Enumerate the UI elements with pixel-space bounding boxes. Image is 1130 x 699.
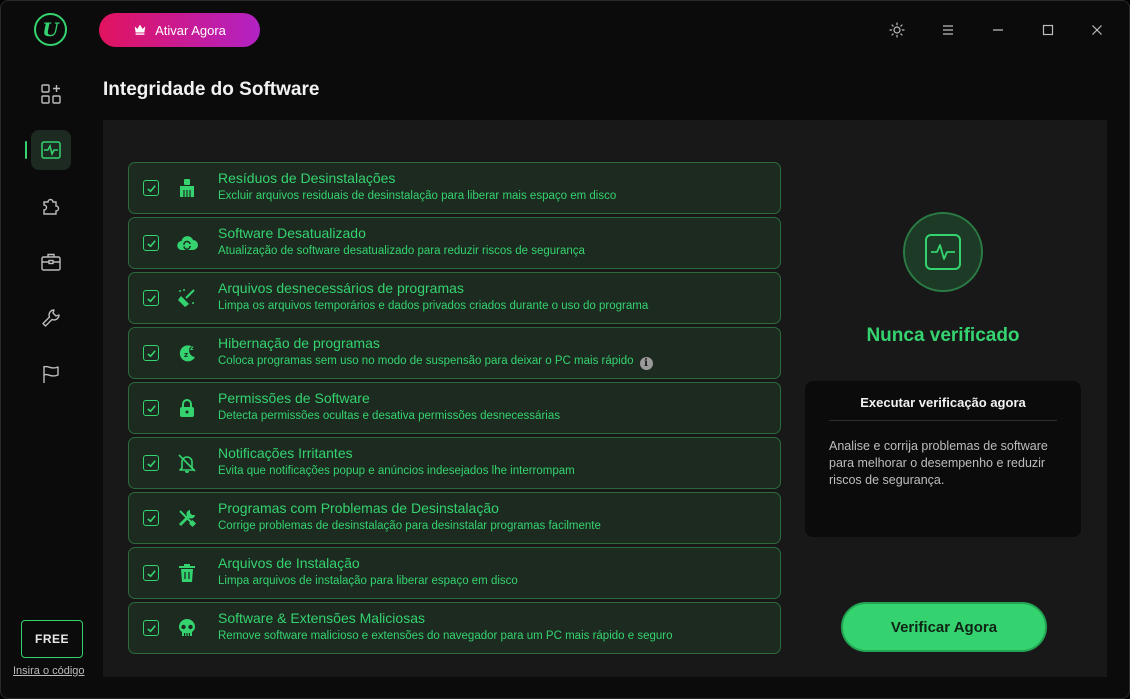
tools-icon: [175, 506, 199, 530]
enter-code-link[interactable]: Insira o código: [13, 665, 85, 677]
lock-icon: [175, 396, 199, 420]
svg-text:z: z: [184, 351, 188, 359]
minimize-icon: [993, 29, 1003, 31]
close-icon: [1092, 25, 1102, 35]
cloud-refresh-icon: [175, 231, 199, 255]
menu-icon: [943, 25, 953, 35]
toolbox-icon: [41, 253, 61, 271]
sidebar-item-apps[interactable]: [31, 74, 71, 114]
list-item[interactable]: Notificações Irritantes Evita que notific…: [128, 437, 781, 489]
verify-now-button[interactable]: Verificar Agora: [841, 602, 1047, 652]
item-title: Hibernação de programas: [218, 335, 380, 351]
item-description: Atualização de software desatualizado pa…: [218, 245, 585, 257]
logo-letter: U: [42, 18, 59, 41]
item-title: Arquivos de Instalação: [218, 555, 360, 571]
menu-button[interactable]: [937, 19, 959, 41]
active-indicator: [25, 141, 27, 159]
item-checkbox[interactable]: [143, 565, 159, 581]
flag-icon: [43, 365, 59, 383]
apps-icon: [41, 84, 61, 104]
list-item[interactable]: Permissões de Software Detecta permissões…: [128, 382, 781, 434]
app-logo: U: [34, 13, 67, 46]
sidebar-item-toolbox[interactable]: [31, 242, 71, 282]
item-title: Software & Extensões Maliciosas: [218, 610, 425, 626]
item-title: Software Desatualizado: [218, 225, 366, 241]
item-title: Arquivos desnecessários de programas: [218, 280, 464, 296]
pulse-monitor-icon: [925, 234, 961, 270]
item-checkbox[interactable]: [143, 400, 159, 416]
sun-icon: [889, 22, 905, 38]
activate-label: Ativar Agora: [155, 22, 226, 38]
item-description: Limpa os arquivos temporários e dados pr…: [218, 300, 649, 312]
item-checkbox[interactable]: [143, 180, 159, 196]
item-checkbox[interactable]: [143, 290, 159, 306]
scan-items-list: Resíduos de Desinstalações Excluir arquiv…: [128, 162, 781, 657]
scan-status-text: Nunca verificado: [866, 325, 1020, 346]
item-title: Notificações Irritantes: [218, 445, 353, 461]
item-description: Evita que notificações popup e anúncios …: [218, 465, 575, 477]
bell-off-icon: [175, 451, 199, 475]
maximize-button[interactable]: [1037, 19, 1059, 41]
item-description: Coloca programas sem uso no modo de susp…: [218, 355, 653, 370]
sweep-icon: [175, 286, 199, 310]
app-window: U Ativar Agora FREE Insira o código Inte…: [0, 0, 1130, 699]
item-description: Excluir arquivos residuais de desinstala…: [218, 190, 617, 202]
sleep-icon: zz: [175, 341, 199, 365]
item-checkbox[interactable]: [143, 235, 159, 251]
theme-toggle-button[interactable]: [886, 19, 908, 41]
close-button[interactable]: [1086, 19, 1108, 41]
info-box-text: Analise e corrija problemas de software …: [829, 439, 1048, 487]
trash-icon: [175, 561, 199, 585]
item-title: Resíduos de Desinstalações: [218, 170, 396, 186]
skull-icon: [175, 616, 199, 640]
sidebar-item-software-health[interactable]: [31, 130, 71, 170]
software-health-icon: [41, 141, 61, 159]
list-item[interactable]: Arquivos desnecessários de programas Limp…: [128, 272, 781, 324]
status-icon-circle: [903, 212, 983, 292]
sidebar-item-extensions[interactable]: [31, 186, 71, 226]
list-item[interactable]: Resíduos de Desinstalações Excluir arquiv…: [128, 162, 781, 214]
item-checkbox[interactable]: [143, 510, 159, 526]
item-description: Detecta permissões ocultas e desativa pe…: [218, 410, 560, 422]
minimize-button[interactable]: [987, 19, 1009, 41]
info-icon[interactable]: i: [639, 357, 653, 370]
item-description: Corrige problemas de desinstalação para …: [218, 520, 601, 532]
item-description: Remove software malicioso e extensões do…: [218, 630, 673, 642]
list-item[interactable]: z z Hibernação de programas Coloca programa…: [128, 327, 781, 379]
item-description: Limpa arquivos de instalação para libera…: [218, 575, 518, 587]
item-title: Permissões de Software: [218, 390, 370, 406]
info-box-title: Executar verificação agora: [829, 395, 1057, 421]
list-item[interactable]: Arquivos de Instalação Limpa arquivos de …: [128, 547, 781, 599]
crown-icon: [133, 22, 147, 39]
sidebar-item-tools[interactable]: [31, 298, 71, 338]
puzzle-icon: [43, 198, 60, 215]
broom-icon: [175, 176, 199, 200]
item-title: Programas com Problemas de Desinstalação: [218, 500, 499, 516]
activate-button[interactable]: Ativar Agora: [99, 13, 260, 47]
list-item[interactable]: Software Desatualizado Atualização de sof…: [128, 217, 781, 269]
free-badge-button[interactable]: FREE: [21, 620, 83, 658]
list-item[interactable]: Programas com Problemas de Desinstalação…: [128, 492, 781, 544]
svg-text:z: z: [190, 345, 194, 352]
item-checkbox[interactable]: [143, 455, 159, 471]
page-title: Integridade do Software: [103, 79, 320, 100]
wrench-icon: [42, 309, 60, 327]
item-checkbox[interactable]: [143, 345, 159, 361]
sidebar-item-flag[interactable]: [31, 354, 71, 394]
list-item[interactable]: Software & Extensões Maliciosas Remove so…: [128, 602, 781, 654]
maximize-icon: [1042, 24, 1054, 36]
free-label: FREE: [34, 632, 69, 646]
info-box: Executar verificação agora Analise e cor…: [805, 381, 1081, 537]
item-checkbox[interactable]: [143, 620, 159, 636]
content-panel: Resíduos de Desinstalações Excluir arquiv…: [103, 120, 1107, 677]
